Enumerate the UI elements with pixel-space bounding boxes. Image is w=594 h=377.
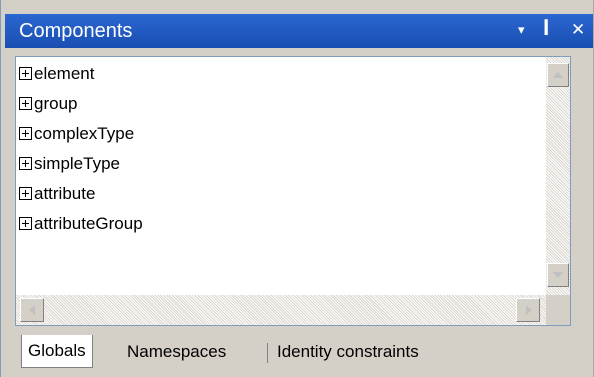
- expand-plus-icon[interactable]: [19, 97, 32, 110]
- expand-plus-icon[interactable]: [19, 67, 32, 80]
- scroll-down-button[interactable]: [547, 263, 569, 287]
- expand-plus-icon[interactable]: [19, 157, 32, 170]
- scroll-left-button[interactable]: [20, 298, 44, 322]
- arrow-left-icon: [29, 305, 35, 315]
- vertical-scrollbar[interactable]: [546, 57, 570, 295]
- pin-icon[interactable]: ꟾ: [543, 18, 549, 42]
- tree-item-label: complexType: [34, 124, 135, 143]
- horizontal-scrollbar[interactable]: [16, 295, 546, 325]
- expand-plus-icon[interactable]: [19, 217, 32, 230]
- arrow-right-icon: [526, 305, 532, 315]
- components-panel: Components ▾ ꟾ ✕ element group complexTy…: [0, 0, 594, 377]
- tree-item-label: group: [34, 94, 78, 113]
- tab-namespaces[interactable]: Namespaces: [121, 336, 232, 368]
- components-tree-view: element group complexType simpleType att…: [15, 56, 571, 326]
- expand-plus-icon[interactable]: [19, 127, 32, 140]
- scroll-right-button[interactable]: [516, 298, 540, 322]
- scroll-up-button[interactable]: [547, 63, 569, 87]
- panel-titlebar[interactable]: Components ▾ ꟾ ✕: [5, 14, 593, 48]
- dropdown-menu-icon[interactable]: ▾: [518, 19, 525, 43]
- panel-tab-strip: Globals Namespaces Identity constraints: [15, 335, 571, 370]
- close-icon[interactable]: ✕: [571, 18, 585, 42]
- tree-item-label: element: [34, 64, 95, 83]
- tree-item-label: attributeGroup: [34, 214, 143, 233]
- tab-divider: [267, 343, 268, 363]
- scrollbar-corner: [546, 295, 570, 325]
- expand-plus-icon[interactable]: [19, 187, 32, 200]
- tree-item-label: simpleType: [34, 154, 120, 173]
- arrow-up-icon: [553, 72, 563, 78]
- panel-title: Components: [19, 20, 133, 42]
- tab-globals[interactable]: Globals: [21, 335, 93, 368]
- tab-identity-constraints[interactable]: Identity constraints: [271, 336, 425, 368]
- tree-item-label: attribute: [34, 184, 96, 203]
- arrow-down-icon: [553, 272, 563, 278]
